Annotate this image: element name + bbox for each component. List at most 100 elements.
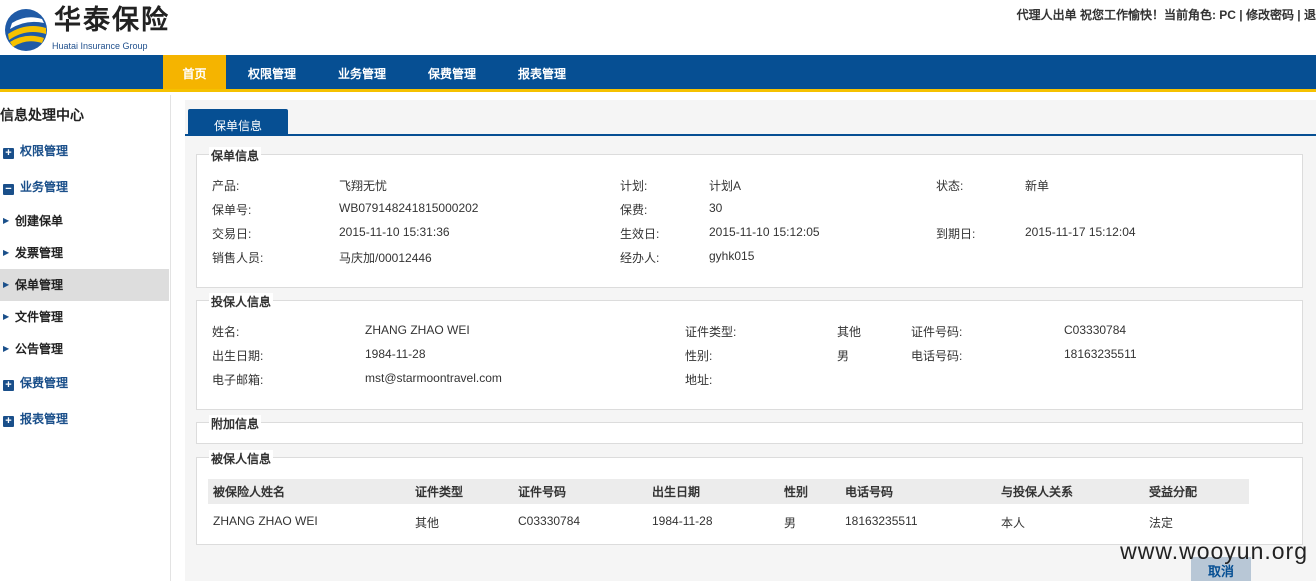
sidebar-item-policy[interactable]: ▶ 保单管理 — [0, 269, 169, 301]
logo-emblem-icon — [5, 9, 47, 51]
id-no-value: C03330784 — [1064, 323, 1127, 337]
sidebar-group-premium[interactable]: + 保费管理 — [3, 374, 68, 392]
sidebar-item-create-policy[interactable]: ▶ 创建保单 — [0, 205, 169, 237]
policy-info-panel: 保单信息 产品: 飞翔无忧 计划: 计划A 状态: 新单 保单号: WB0791… — [196, 147, 1303, 288]
column-header: 性别 — [784, 485, 809, 499]
premium-value: 30 — [709, 201, 723, 215]
panel-title: 保单信息 — [209, 147, 262, 164]
table-cell: 其他 — [415, 516, 440, 530]
sidebar-group-label: 保费管理 — [20, 376, 69, 390]
status-value: 新单 — [1025, 179, 1050, 193]
product-label: 产品: — [212, 179, 240, 193]
id-type-label: 证件类型: — [685, 325, 737, 339]
applicant-name-label: 姓名: — [212, 325, 240, 339]
caret-right-icon: ▶ — [3, 312, 10, 321]
phone-value: 18163235511 — [1064, 347, 1137, 361]
applicant-info-panel: 投保人信息 姓名: ZHANG ZHAO WEI 证件类型: 其他 证件号码: … — [196, 293, 1303, 410]
birth-value: 1984-11-28 — [365, 347, 426, 361]
panel-title: 附加信息 — [209, 415, 262, 432]
sidebar-group-label: 权限管理 — [20, 144, 69, 158]
sidebar: 信息处理中心 + 权限管理 − 业务管理 ▶ 创建保单 ▶ 发票管理 ▶ 保单管理 … — [0, 95, 171, 581]
main-nav: 首页 权限管理 业务管理 保费管理 报表管理 — [0, 55, 1316, 92]
birth-label: 出生日期: — [212, 349, 264, 363]
nav-premium[interactable]: 保费管理 — [416, 55, 488, 89]
product-value: 飞翔无忧 — [339, 179, 388, 193]
premium-label: 保费: — [620, 203, 648, 217]
effective-date-label: 生效日: — [620, 227, 660, 241]
plan-label: 计划: — [620, 179, 648, 193]
column-header: 与投保人关系 — [1001, 485, 1074, 499]
tab-bar: 保单信息 — [185, 100, 1316, 136]
column-header: 电话号码 — [845, 485, 894, 499]
caret-right-icon: ▶ — [3, 280, 10, 289]
phone-label: 电话号码: — [911, 349, 963, 363]
effective-date-value: 2015-11-10 15:12:05 — [709, 225, 820, 239]
company-logo[interactable]: 华泰保险 Huatai Insurance Group — [4, 5, 174, 53]
sidebar-group-permission[interactable]: + 权限管理 — [3, 142, 68, 160]
table-cell: 1984-11-28 — [652, 514, 713, 528]
expand-icon: + — [3, 380, 14, 391]
tab-policy-info[interactable]: 保单信息 — [188, 109, 288, 136]
top-header: 华泰保险 Huatai Insurance Group 代理人出单 祝您工作愉快… — [0, 0, 1316, 55]
gender-value: 男 — [837, 349, 850, 363]
column-header: 证件类型 — [415, 485, 464, 499]
nav-permission[interactable]: 权限管理 — [236, 55, 308, 89]
table-cell: 18163235511 — [845, 514, 918, 528]
column-header: 证件号码 — [518, 485, 567, 499]
expand-icon: + — [3, 416, 14, 427]
sidebar-title: 信息处理中心 — [0, 107, 84, 123]
nav-business[interactable]: 业务管理 — [326, 55, 398, 89]
caret-right-icon: ▶ — [3, 248, 10, 257]
applicant-name-value: ZHANG ZHAO WEI — [365, 323, 470, 337]
sidebar-group-label: 业务管理 — [20, 180, 69, 194]
table-cell: 本人 — [1001, 516, 1026, 530]
nav-home[interactable]: 首页 — [163, 55, 226, 89]
handler-label: 经办人: — [620, 251, 660, 265]
sidebar-item-label: 公告管理 — [15, 342, 64, 356]
plan-value: 计划A — [709, 179, 742, 193]
handler-value: gyhk015 — [709, 249, 755, 263]
expiry-date-value: 2015-11-17 15:12:04 — [1025, 225, 1136, 239]
logo-chinese-text: 华泰保险 — [54, 5, 170, 36]
logo-english-text: Huatai Insurance Group — [52, 41, 148, 51]
sidebar-group-business[interactable]: − 业务管理 — [3, 178, 68, 196]
user-info-links[interactable]: 代理人出单 祝您工作愉快！当前角色: PC | 修改密码 | 退 — [1017, 6, 1316, 23]
extra-info-panel: 附加信息 — [196, 415, 1303, 444]
sidebar-item-label: 创建保单 — [15, 214, 64, 228]
table-cell: 男 — [784, 516, 797, 530]
policy-no-label: 保单号: — [212, 203, 252, 217]
column-header: 出生日期 — [652, 485, 701, 499]
panel-title: 被保人信息 — [209, 450, 274, 467]
nav-report[interactable]: 报表管理 — [506, 55, 578, 89]
sidebar-item-label: 文件管理 — [15, 310, 64, 324]
sidebar-group-label: 报表管理 — [20, 412, 69, 426]
email-value: mst@starmoontravel.com — [365, 371, 502, 385]
sidebar-item-notice[interactable]: ▶ 公告管理 — [0, 333, 169, 365]
sales-label: 销售人员: — [212, 251, 264, 265]
insured-info-panel: 被保人信息 被保险人姓名 证件类型 证件号码 出生日期 性别 电话号码 与投保人… — [196, 450, 1303, 545]
address-label: 地址: — [685, 373, 713, 387]
column-header: 受益分配 — [1149, 485, 1198, 499]
email-label: 电子邮箱: — [212, 373, 264, 387]
caret-right-icon: ▶ — [3, 344, 10, 353]
sidebar-item-label: 发票管理 — [15, 246, 64, 260]
gender-label: 性别: — [685, 349, 713, 363]
main-content: 保单信息 保单信息 产品: 飞翔无忧 计划: 计划A 状态: 新单 保单号: W… — [185, 100, 1316, 581]
id-type-value: 其他 — [837, 325, 862, 339]
expand-icon: + — [3, 148, 14, 159]
trade-date-label: 交易日: — [212, 227, 252, 241]
sidebar-item-file[interactable]: ▶ 文件管理 — [0, 301, 169, 333]
trade-date-value: 2015-11-10 15:31:36 — [339, 225, 450, 239]
expiry-date-label: 到期日: — [936, 227, 976, 241]
id-no-label: 证件号码: — [911, 325, 963, 339]
sidebar-item-invoice[interactable]: ▶ 发票管理 — [0, 237, 169, 269]
policy-no-value: WB079148241815000202 — [339, 201, 479, 215]
watermark: www.wooyun.org — [1120, 538, 1308, 564]
sales-value: 马庆加/00012446 — [339, 251, 432, 265]
column-header: 被保险人姓名 — [213, 485, 286, 499]
insured-table-header: 被保险人姓名 证件类型 证件号码 出生日期 性别 电话号码 与投保人关系 受益分… — [208, 479, 1249, 504]
sidebar-group-report[interactable]: + 报表管理 — [3, 410, 68, 428]
collapse-icon: − — [3, 184, 14, 195]
status-label: 状态: — [936, 179, 964, 193]
table-cell: C03330784 — [518, 514, 581, 528]
